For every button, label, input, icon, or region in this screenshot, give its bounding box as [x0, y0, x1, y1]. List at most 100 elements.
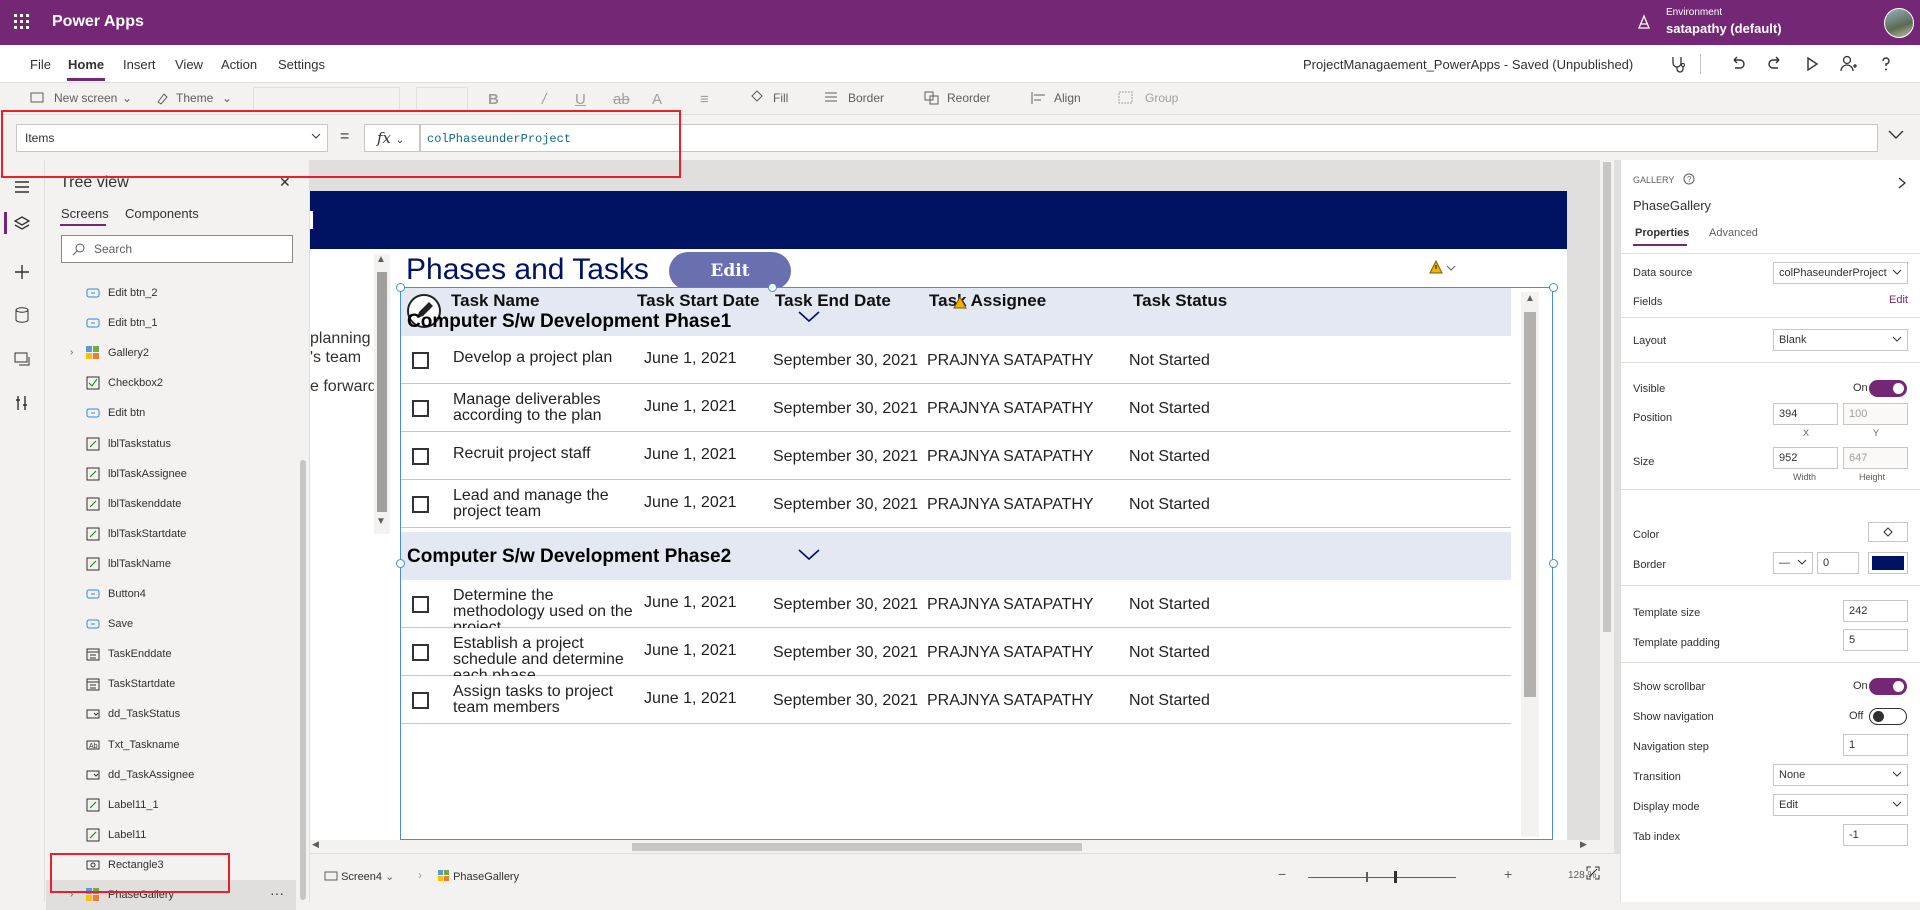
warning-icon[interactable] [953, 296, 967, 309]
show-scrollbar-toggle[interactable] [1869, 678, 1907, 695]
task-row[interactable]: Manage deliverables according to the pla… [401, 384, 1511, 432]
control-name[interactable]: PhaseGallery [1633, 198, 1711, 213]
inner-scrollbar[interactable]: ▲ ▼ [374, 254, 390, 534]
tree-item-lbltaskname[interactable]: lblTaskName [46, 549, 296, 579]
font-color-icon[interactable]: A [652, 91, 662, 108]
border-color-picker[interactable] [1868, 552, 1908, 574]
height-input[interactable]: 647 [1843, 447, 1908, 469]
tree-item-lbltaskstatus[interactable]: lblTaskstatus [46, 429, 296, 459]
tab-properties[interactable]: Properties [1635, 227, 1689, 239]
data-icon[interactable] [13, 306, 31, 324]
canvas-horizontal-scrollbar[interactable]: ◀ ▶ [310, 839, 1600, 853]
insert-icon[interactable] [13, 263, 31, 281]
tree-item-lbltaskassignee[interactable]: lblTaskAssignee [46, 459, 296, 489]
app-launcher-icon[interactable] [14, 14, 30, 30]
new-screen-button[interactable]: New screen [54, 91, 117, 105]
phase-gallery[interactable]: Task Name Task Start Date Task End Date … [400, 287, 1553, 840]
menu-view[interactable]: View [175, 57, 203, 72]
fit-to-window-icon[interactable] [1586, 866, 1600, 880]
zoom-slider[interactable] [1308, 871, 1456, 883]
scroll-left-icon[interactable]: ◀ [312, 839, 319, 850]
tree-item-button4[interactable]: Button4 [46, 579, 296, 609]
scroll-up-icon[interactable]: ▲ [1525, 293, 1535, 304]
task-checkbox[interactable] [412, 352, 429, 369]
scroll-thumb[interactable] [1603, 162, 1611, 632]
position-x-input[interactable]: 394 [1773, 403, 1838, 425]
play-icon[interactable] [1802, 54, 1822, 74]
menu-action[interactable]: Action [221, 57, 257, 72]
task-checkbox[interactable] [412, 644, 429, 661]
reorder-button[interactable]: Reorder [947, 91, 990, 105]
show-navigation-toggle[interactable] [1869, 708, 1907, 725]
border-width-input[interactable]: 0 [1817, 552, 1859, 574]
advanced-tools-icon[interactable] [13, 394, 31, 412]
fields-edit-link[interactable]: Edit [1889, 294, 1908, 306]
gallery-breadcrumb[interactable]: PhaseGallery [438, 870, 519, 883]
task-row[interactable]: Establish a project schedule and determi… [401, 628, 1511, 684]
transition-select[interactable]: None [1773, 764, 1908, 786]
tree-item-label11[interactable]: Label11 [46, 820, 296, 850]
resize-handle[interactable] [768, 283, 777, 292]
data-source-select[interactable]: colPhaseunderProject [1773, 262, 1908, 284]
share-user-icon[interactable] [1838, 54, 1858, 74]
underline-icon[interactable]: U [575, 91, 586, 108]
phase-header[interactable]: Computer S/w Development Phase2 [401, 532, 1511, 580]
expand-formula-icon[interactable] [1888, 129, 1904, 141]
scroll-thumb[interactable] [377, 272, 387, 512]
menu-settings[interactable]: Settings [278, 57, 325, 72]
tree-item-taskstartdate[interactable]: TaskStartdate [46, 669, 296, 699]
chevron-down-icon[interactable] [797, 548, 821, 562]
app-header-bar[interactable]: N [310, 191, 1567, 249]
screen-breadcrumb[interactable]: Screen4 ⌄ [324, 870, 394, 883]
tree-item-lbltaskstartdate[interactable]: lblTaskStartdate [46, 519, 296, 549]
resize-handle[interactable] [1549, 559, 1558, 568]
task-row[interactable]: Determine the methodology used on the pr… [401, 580, 1511, 636]
fill-button[interactable]: Fill [773, 91, 788, 105]
tree-view-icon[interactable] [13, 215, 31, 233]
tab-screens[interactable]: Screens [61, 206, 109, 221]
gallery-scrollbar[interactable]: ▲ [1521, 292, 1539, 837]
resize-handle[interactable] [1549, 283, 1558, 292]
redo-icon[interactable] [1765, 54, 1785, 74]
task-row[interactable]: Recruit project staff June 1, 2021 Septemb… [401, 432, 1511, 480]
layout-select[interactable]: Blank [1773, 329, 1908, 351]
tab-advanced[interactable]: Advanced [1709, 227, 1758, 239]
align-button[interactable]: Align [1054, 91, 1081, 105]
tree-scrollbar[interactable] [300, 460, 306, 900]
tab-components[interactable]: Components [125, 206, 199, 221]
zoom-out-button[interactable]: − [1278, 866, 1286, 882]
task-checkbox[interactable] [412, 400, 429, 417]
tree-item-txt-taskname[interactable]: Ab Txt_Taskname [46, 730, 296, 760]
template-size-input[interactable]: 242 [1843, 600, 1908, 622]
width-input[interactable]: 952 [1773, 447, 1838, 469]
scroll-down-icon[interactable]: ▼ [376, 516, 386, 527]
tree-item-dd-taskstatus[interactable]: dd_TaskStatus [46, 699, 296, 729]
zoom-in-button[interactable]: + [1504, 866, 1512, 882]
warning-icon[interactable] [1429, 260, 1459, 276]
task-checkbox[interactable] [412, 692, 429, 709]
menu-insert[interactable]: Insert [123, 57, 156, 72]
resize-handle[interactable] [396, 283, 405, 292]
tree-item-label11-1[interactable]: Label11_1 [46, 790, 296, 820]
navigation-step-input[interactable]: 1 [1843, 734, 1908, 756]
tab-index-input[interactable]: -1 [1843, 824, 1908, 846]
task-checkbox[interactable] [412, 496, 429, 513]
media-icon[interactable] [13, 350, 31, 368]
display-mode-select[interactable]: Edit [1773, 794, 1908, 816]
tree-item-edit-btn-2[interactable]: Edit btn_2 [46, 278, 296, 308]
text-align-icon[interactable]: ≡ [700, 91, 709, 108]
resize-handle[interactable] [396, 559, 405, 568]
task-checkbox[interactable] [412, 596, 429, 613]
zoom-thumb[interactable] [1394, 871, 1397, 883]
avatar[interactable] [1884, 8, 1914, 38]
task-checkbox[interactable] [412, 448, 429, 465]
help-icon[interactable] [1876, 54, 1896, 74]
tree-item-taskenddate[interactable]: TaskEnddate [46, 639, 296, 669]
position-y-input[interactable]: 100 [1843, 403, 1908, 425]
phase-chevron[interactable] [797, 310, 821, 329]
task-row[interactable]: Assign tasks to project team members June… [401, 676, 1511, 724]
tree-item-lbltaskenddate[interactable]: lblTaskenddate [46, 489, 296, 519]
font-size-select[interactable] [416, 87, 468, 111]
scroll-thumb[interactable] [1524, 312, 1536, 697]
app-title[interactable]: Power Apps [52, 13, 144, 31]
